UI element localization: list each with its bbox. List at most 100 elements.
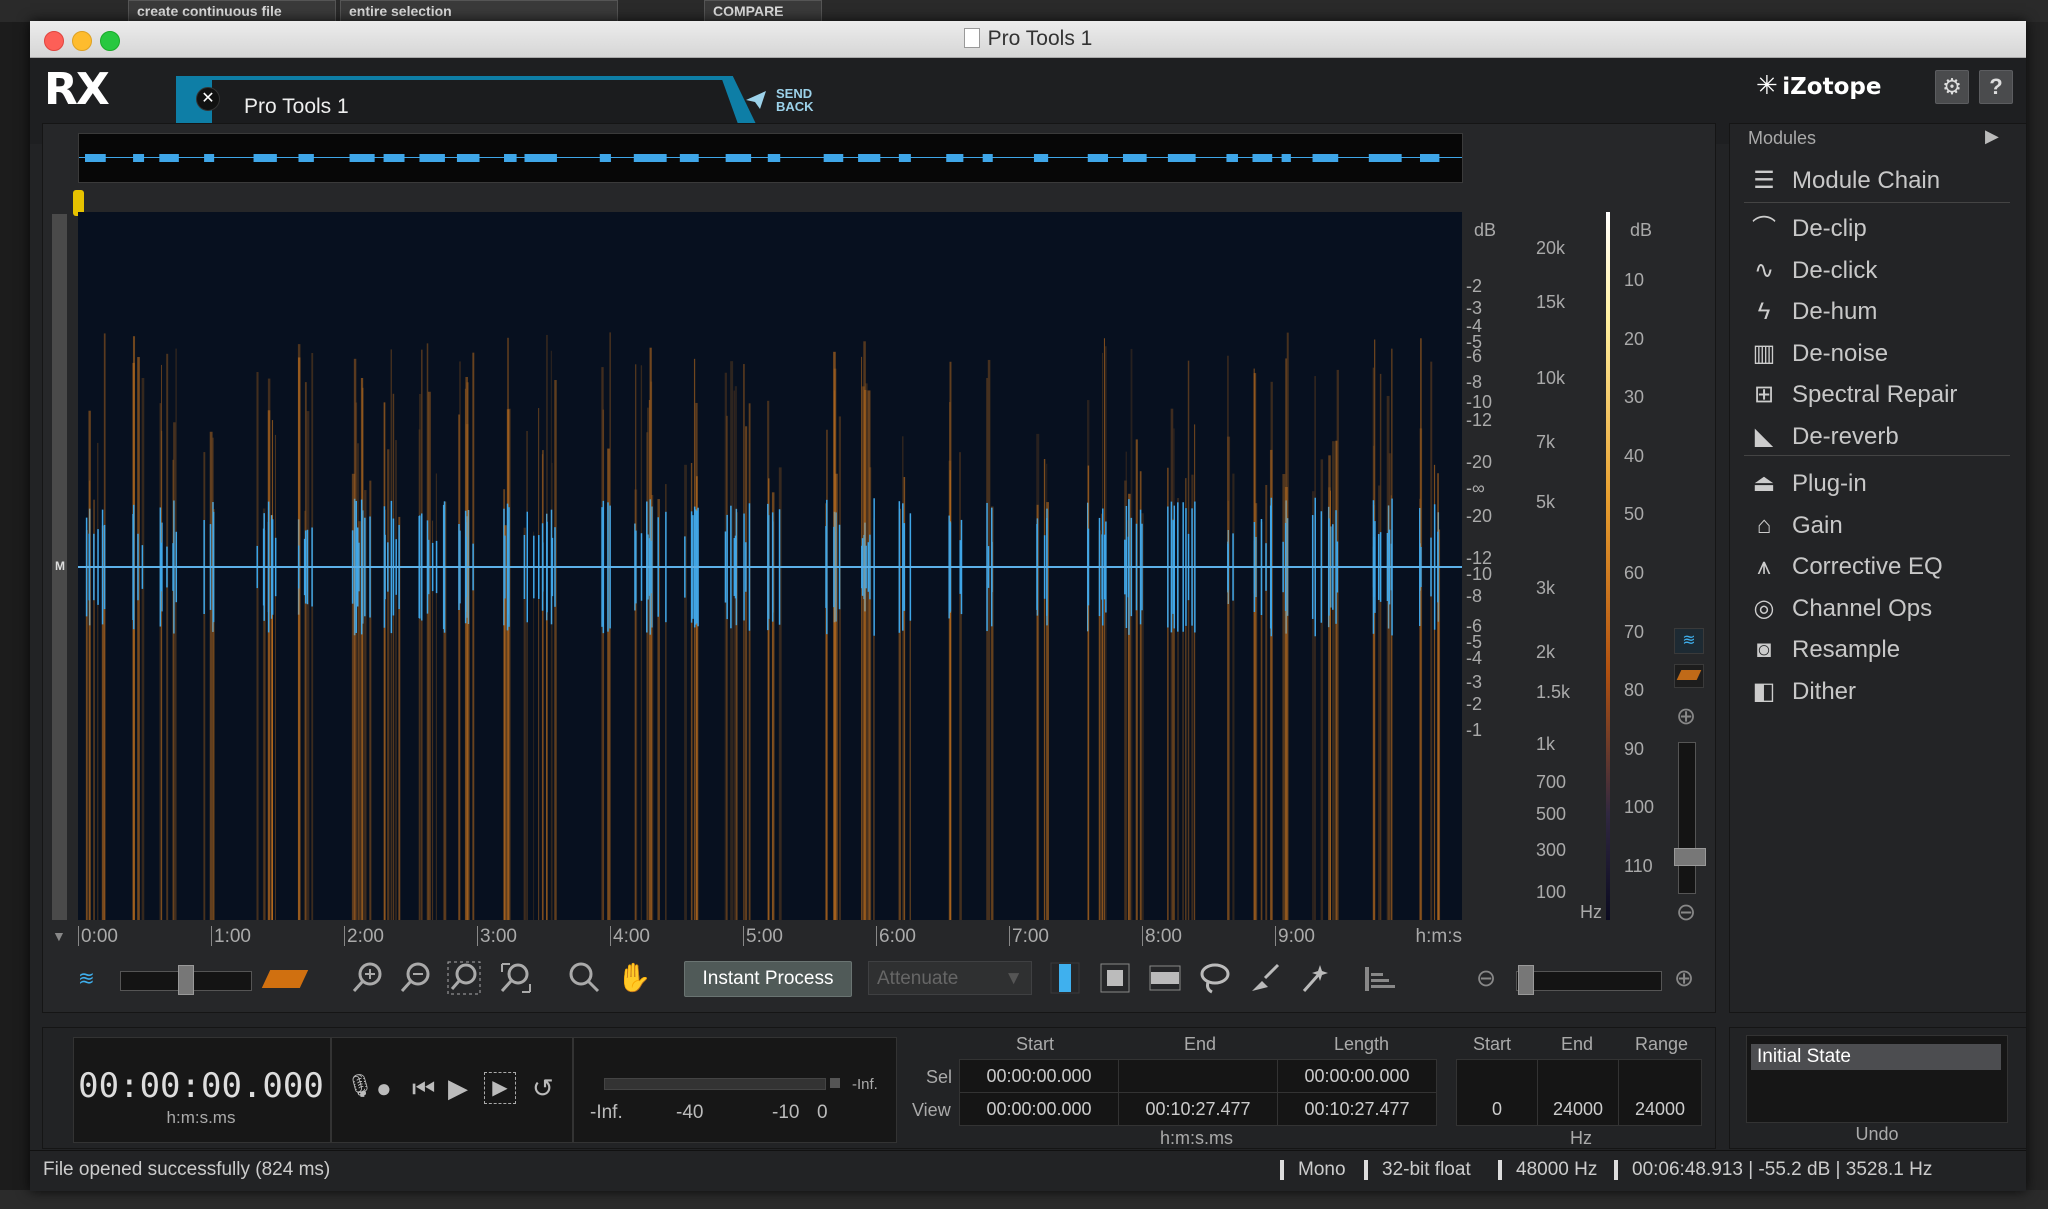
module-item-plug-in[interactable]: ⏏ Plug-in: [1746, 465, 2016, 503]
module-divider: [1744, 202, 2010, 203]
settings-gear-icon[interactable]: ⚙: [1935, 70, 1969, 104]
module-label: De-hum: [1792, 298, 1878, 325]
zoom-out-vertical-icon[interactable]: ⊖: [1676, 898, 1696, 927]
zoom-tool-icon[interactable]: [566, 960, 602, 996]
undo-history-item[interactable]: Initial State: [1751, 1044, 2001, 1070]
magic-wand-tool-icon[interactable]: [1298, 961, 1332, 995]
instant-process-button[interactable]: Instant Process: [684, 961, 852, 997]
host-bottom-panel: [0, 1190, 2048, 1209]
spectrogram-view-toggle[interactable]: [1674, 664, 1704, 688]
zoom-in-icon[interactable]: [350, 960, 386, 996]
module-item-de-hum[interactable]: ϟ De-hum: [1746, 293, 2016, 331]
vertical-zoom-slider[interactable]: [1678, 742, 1696, 894]
module-label: De-click: [1792, 256, 1878, 284]
module-item-de-noise[interactable]: ▥ De-noise: [1746, 335, 2016, 373]
module-item-resample[interactable]: ◙ Resample: [1746, 631, 2016, 669]
harmonic-selection-icon[interactable]: [1362, 961, 1396, 995]
channel-selector[interactable]: M: [52, 214, 67, 920]
colorbar-tick-label: 50: [1624, 504, 1645, 525]
horizontal-zoom-out-icon[interactable]: ⊖: [1476, 964, 1496, 993]
host-right-panel: [2026, 22, 2048, 1209]
zoom-fit-icon[interactable]: [498, 960, 534, 996]
spectrogram-display[interactable]: [78, 212, 1462, 920]
waveform-overview[interactable]: [78, 133, 1463, 183]
tab-label: Pro Tools 1: [244, 95, 349, 118]
time-frequency-selection-tool-icon[interactable]: [1098, 961, 1132, 995]
host-create-continuous-file-button[interactable]: create continuous file: [128, 0, 336, 22]
send-icon: [746, 91, 766, 109]
vertical-zoom-knob[interactable]: [1674, 848, 1706, 866]
view-end-field[interactable]: 00:10:27.477: [1118, 1092, 1278, 1126]
horizontal-zoom-in-icon[interactable]: ⊕: [1674, 964, 1694, 993]
freq-col-range: Range: [1635, 1034, 1689, 1054]
freq-start-field[interactable]: 0: [1456, 1059, 1538, 1126]
overview-waveform: [79, 154, 1462, 162]
time-tick-label: 1:00: [211, 926, 251, 947]
freq-end-field[interactable]: 24000: [1537, 1059, 1619, 1126]
spectral-energy: [743, 364, 745, 920]
sel-start-field[interactable]: 00:00:00.000: [959, 1059, 1119, 1093]
view-length-field[interactable]: 00:10:27.477: [1277, 1092, 1437, 1126]
module-item-corrective-eq[interactable]: ⩚ Corrective EQ: [1746, 548, 2016, 586]
view-start-field[interactable]: 00:00:00.000: [959, 1092, 1119, 1126]
zoom-out-icon[interactable]: [398, 960, 434, 996]
meter-label-10: -10: [772, 1102, 800, 1123]
channel-arrow-icon[interactable]: ▼: [52, 928, 66, 944]
waveform-opacity-icon[interactable]: ≋: [78, 968, 110, 990]
timecode-format[interactable]: h:m:s.ms: [73, 1108, 329, 1128]
zoom-selection-icon[interactable]: [446, 960, 482, 996]
horizontal-zoom-knob[interactable]: [1518, 965, 1534, 995]
frequency-selection-tool-icon[interactable]: [1148, 961, 1182, 995]
module-item-gain[interactable]: ⌂ Gain: [1746, 507, 2016, 545]
send-back-button[interactable]: SEND BACK: [744, 82, 834, 118]
microphone-icon[interactable]: 🎙: [346, 1073, 374, 1099]
spectral-energy: [297, 357, 301, 920]
module-item-dither[interactable]: ◧ Dither: [1746, 673, 2016, 711]
module-label: Resample: [1792, 636, 1901, 663]
display-opacity-knob[interactable]: [178, 965, 194, 995]
spectral-energy: [730, 361, 734, 920]
modules-expand-icon[interactable]: ▶: [1985, 126, 1999, 147]
module-item-spectral-repair[interactable]: ⊞ Spectral Repair: [1746, 376, 2016, 414]
horizontal-zoom-slider[interactable]: [1516, 971, 1662, 991]
brush-tool-icon[interactable]: [1248, 961, 1282, 995]
spectral-energy: [833, 351, 836, 920]
record-button[interactable]: ●: [376, 1073, 392, 1104]
document-icon: [963, 28, 980, 48]
module-item-de-reverb[interactable]: ◣ De-reverb: [1746, 418, 2016, 456]
spectral-energy: [1374, 339, 1376, 920]
spectral-energy: [526, 430, 528, 920]
sel-length-field[interactable]: 00:00:00.000: [1277, 1059, 1437, 1093]
spectral-energy: [1372, 367, 1375, 920]
colorbar-tick-label: 100: [1624, 797, 1655, 818]
time-format-label[interactable]: h:m:s.ms: [1160, 1128, 1233, 1149]
time-selection-tool-icon[interactable]: [1048, 961, 1082, 995]
sel-end-field[interactable]: [1118, 1059, 1278, 1093]
play-button[interactable]: ▶: [448, 1073, 468, 1104]
tab-close-icon[interactable]: ✕: [196, 87, 220, 111]
module-item-module-chain[interactable]: ☰ Module Chain: [1746, 162, 2016, 200]
meter-peak-readout: -Inf.: [852, 1076, 878, 1093]
spectral-energy: [209, 431, 213, 920]
colorbar-tick-label: 20: [1624, 328, 1645, 349]
spectral-energy: [103, 333, 106, 920]
help-button[interactable]: ?: [1979, 70, 2013, 104]
host-compare-button[interactable]: COMPARE: [704, 0, 822, 22]
loop-button[interactable]: ↺: [532, 1073, 554, 1104]
spectral-energy: [1194, 424, 1196, 920]
hand-tool-icon[interactable]: ✋: [616, 960, 652, 996]
time-tick-label: 3:00: [477, 926, 517, 947]
lasso-tool-icon[interactable]: [1198, 961, 1232, 995]
waveform-view-toggle[interactable]: ≋: [1674, 628, 1704, 654]
module-item-channel-ops[interactable]: ◎ Channel Ops: [1746, 590, 2016, 628]
rewind-button[interactable]: ⏮: [412, 1073, 435, 1105]
module-label: Plug-in: [1792, 470, 1867, 497]
zoom-in-vertical-icon[interactable]: ⊕: [1676, 702, 1696, 731]
module-item-de-click[interactable]: ∿ De-click: [1746, 252, 2016, 290]
freq-range-field[interactable]: 24000: [1618, 1059, 1702, 1126]
timecode-display: 00:00:00.000: [78, 1066, 324, 1106]
play-selection-button[interactable]: ▶: [484, 1072, 516, 1104]
host-selection-dropdown[interactable]: entire selection: [340, 0, 618, 22]
process-mode-select[interactable]: Attenuate ▼: [868, 961, 1032, 995]
module-item-de-clip[interactable]: ⌒ De-clip: [1746, 210, 2016, 248]
